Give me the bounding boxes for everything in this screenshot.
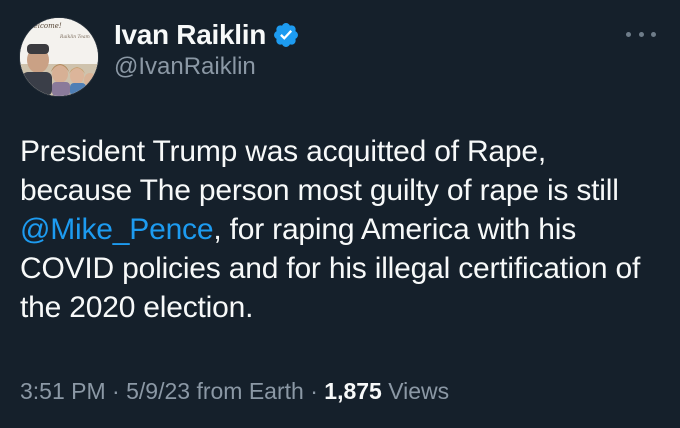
display-name[interactable]: Ivan Raiklin: [114, 18, 266, 52]
more-dot: [626, 31, 631, 37]
mention-link[interactable]: @Mike_Pence: [20, 213, 214, 246]
tweet-time[interactable]: 3:51 PM: [20, 378, 106, 404]
tweet-text: President Trump was acquitted of Rape, b…: [20, 132, 666, 327]
tweet-date[interactable]: 5/9/23: [126, 378, 190, 404]
more-options-icon[interactable]: [626, 24, 656, 44]
tweet-meta: 3:51 PM · 5/9/23 from Earth · 1,875 View…: [20, 376, 449, 406]
display-name-row: Ivan Raiklin: [114, 18, 300, 52]
tweet-source: from Earth: [190, 378, 304, 404]
more-dot: [651, 31, 656, 37]
verified-badge-icon[interactable]: [272, 21, 300, 49]
user-handle[interactable]: @IvanRaiklin: [114, 52, 300, 82]
user-names: Ivan Raiklin @IvanRaiklin: [114, 18, 300, 82]
tweet-header: Welcome! Raiklin Team Ivan Raiklin @Ivan…: [20, 18, 300, 96]
avatar[interactable]: Welcome! Raiklin Team: [20, 18, 98, 96]
avatar-sign: Raiklin Team: [59, 34, 90, 40]
meta-separator: ·: [303, 378, 325, 404]
avatar-photo: Welcome! Raiklin Team: [20, 18, 98, 96]
views-label: Views: [381, 378, 450, 404]
tweet-text-part-1: President Trump was acquitted of Rape, b…: [20, 135, 619, 207]
avatar-banner: Welcome!: [27, 22, 62, 30]
meta-separator: ·: [105, 378, 127, 404]
more-dot: [638, 31, 644, 37]
views-count[interactable]: 1,875: [324, 378, 382, 404]
